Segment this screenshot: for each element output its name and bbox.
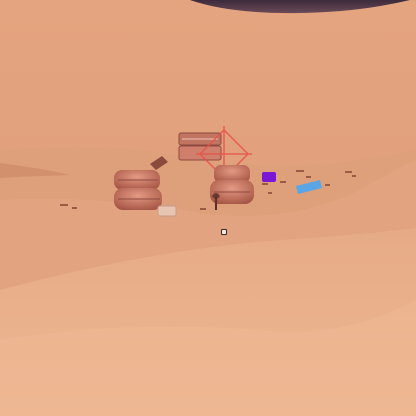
desert-scene [0, 0, 416, 416]
barrel-stack-left [114, 170, 162, 210]
small-supply-box [157, 205, 177, 217]
crosshair-icon [221, 229, 227, 235]
floating-crate [178, 132, 222, 161]
barrel-stack-center [210, 165, 254, 210]
purple-loot-item [262, 172, 276, 182]
game-viewport[interactable] [0, 0, 416, 416]
